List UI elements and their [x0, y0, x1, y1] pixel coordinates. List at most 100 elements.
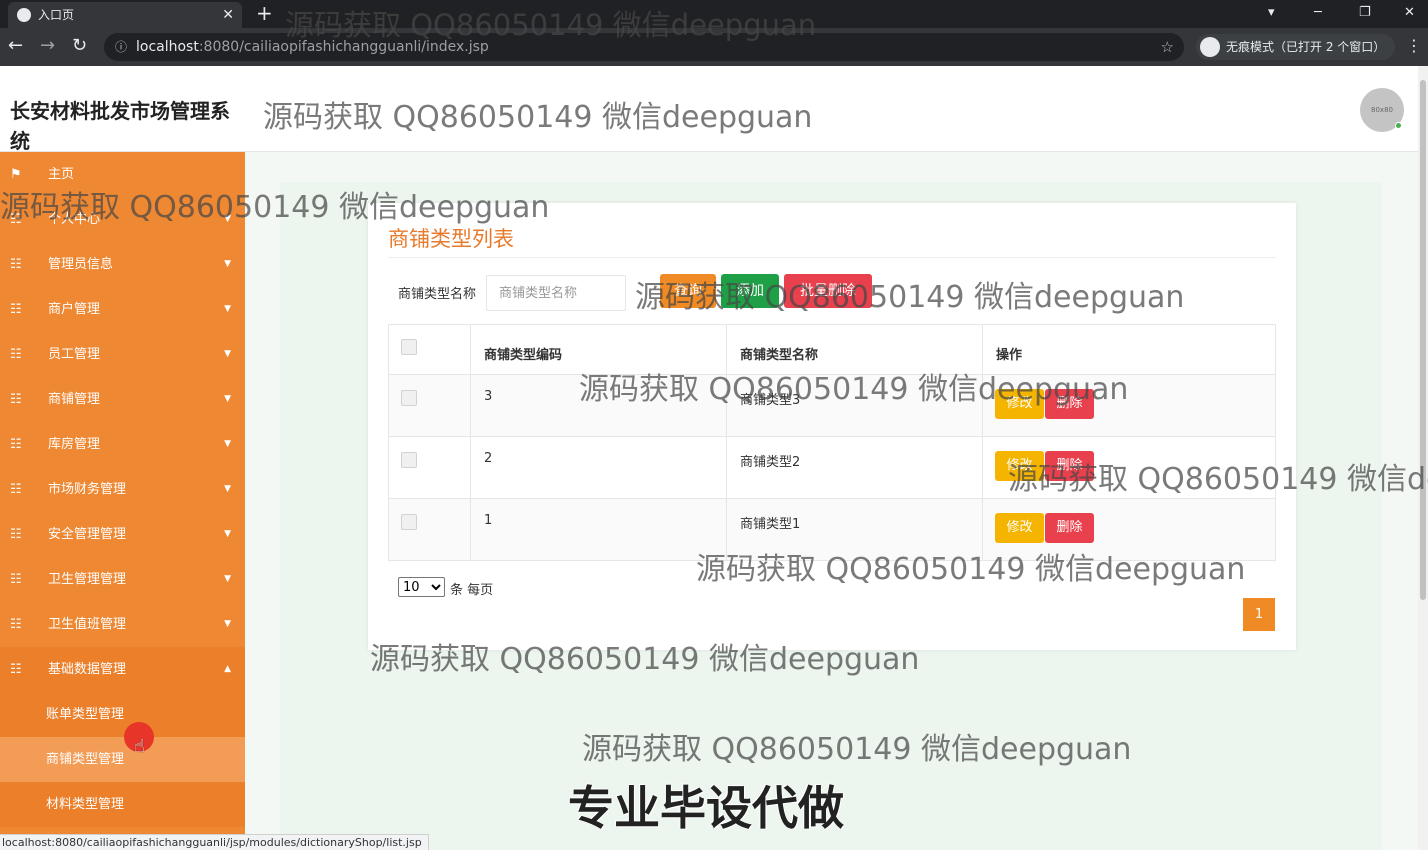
grid-icon: ☷ [10, 302, 22, 317]
url-host: localhost [136, 39, 199, 55]
minimize-icon[interactable]: ─ [1314, 0, 1322, 26]
batch-delete-button[interactable]: 批量删除 [784, 274, 872, 308]
list-card: 商铺类型列表 商铺类型名称 查询 添加 批量删除 商铺类型编码 商铺类型名称 操… [368, 203, 1296, 650]
edit-button[interactable]: 修改 [995, 451, 1044, 481]
actions-cell: 修改 删除 [983, 375, 1275, 436]
sidebar-item-staff[interactable]: ☷ 员工管理 ▼ [0, 332, 245, 377]
pagination-page-button[interactable]: 1 [1243, 598, 1275, 631]
code-cell: 3 [471, 375, 727, 436]
select-cell [389, 437, 471, 498]
grid-icon: ☷ [10, 212, 22, 227]
grid-icon: ☷ [10, 482, 22, 497]
chevron-up-icon: ▲ [224, 664, 231, 674]
new-tab-button[interactable]: + [256, 0, 273, 26]
forward-icon[interactable]: → [40, 36, 55, 56]
sidebar-item-label: 市场财务管理 [48, 482, 127, 497]
sidebar-item-merchant[interactable]: ☷ 商户管理 ▼ [0, 287, 245, 332]
avatar-text: 80x80 [1371, 106, 1393, 114]
edit-button[interactable]: 修改 [995, 389, 1044, 419]
table-header: 商铺类型编码 商铺类型名称 操作 [389, 325, 1275, 375]
sidebar-item-home[interactable]: ⚑ 主页 [0, 152, 245, 197]
search-button[interactable]: 查询 [660, 274, 716, 308]
vertical-scrollbar[interactable] [1418, 66, 1428, 850]
search-input[interactable] [486, 275, 626, 311]
sidebar-item-label: 卫生管理管理 [48, 572, 127, 587]
sidebar-item-label: 商户管理 [48, 302, 101, 317]
code-cell: 1 [471, 499, 727, 560]
sidebar-item-base-data[interactable]: ☷ 基础数据管理 ▲ [0, 647, 245, 692]
browser-tab[interactable]: 入口页 ✕ [8, 2, 242, 28]
row-name: 商铺类型3 [740, 393, 801, 408]
tab-close-icon[interactable]: ✕ [222, 2, 234, 28]
name-cell: 商铺类型3 [727, 375, 983, 436]
grid-icon: ☷ [10, 347, 22, 362]
scrollbar-thumb[interactable] [1420, 80, 1426, 600]
data-table: 商铺类型编码 商铺类型名称 操作 3 商铺类型3 修改 删除 2 商铺类型2 修… [388, 324, 1276, 561]
table-row: 2 商铺类型2 修改 删除 [389, 437, 1275, 499]
code-cell: 2 [471, 437, 727, 498]
sidebar-item-warehouse[interactable]: ☷ 库房管理 ▼ [0, 422, 245, 467]
back-icon[interactable]: ← [8, 36, 23, 56]
table-row: 3 商铺类型3 修改 删除 [389, 375, 1275, 437]
header-cell: 操作 [983, 325, 1275, 374]
browser-toolbar: ← → ↻ ⓘ localhost:8080/cailiaopifashicha… [0, 28, 1428, 66]
bookmark-star-icon[interactable]: ☆ [1161, 33, 1174, 61]
browser-tab-bar: 入口页 ✕ + ▾ ─ ❐ ✕ [0, 0, 1428, 28]
column-header-name: 商铺类型名称 [740, 348, 819, 363]
search-label: 商铺类型名称 [398, 287, 477, 302]
sidebar-item-label: 安全管理管理 [48, 527, 127, 542]
page-title: 商铺类型列表 [388, 227, 514, 251]
name-cell: 商铺类型2 [727, 437, 983, 498]
header-select-cell [389, 325, 471, 374]
row-checkbox[interactable] [401, 514, 417, 530]
row-checkbox[interactable] [401, 452, 417, 468]
grid-icon: ☷ [10, 572, 22, 587]
sidebar-subitem-material-type[interactable]: 材料类型管理 [0, 782, 245, 827]
chevron-down-icon: ▼ [224, 349, 231, 359]
sidebar-subitem-bill-type[interactable]: 账单类型管理 [0, 692, 245, 737]
chevron-down-icon: ▼ [224, 214, 231, 224]
chevron-down-icon: ▼ [224, 574, 231, 584]
sidebar-subitem-shop-type[interactable]: 商铺类型管理 [0, 737, 245, 782]
select-all-checkbox[interactable] [401, 339, 417, 355]
incognito-indicator[interactable]: 无痕模式（已打开 2 个窗口） [1196, 34, 1396, 60]
row-name: 商铺类型2 [740, 455, 801, 470]
address-bar[interactable]: ⓘ localhost:8080/cailiaopifashichangguan… [104, 33, 1184, 61]
site-info-icon[interactable]: ⓘ [115, 33, 127, 61]
close-window-icon[interactable]: ✕ [1404, 0, 1415, 26]
sidebar-item-label: 员工管理 [48, 347, 101, 362]
sidebar-item-safety[interactable]: ☷ 安全管理管理 ▼ [0, 512, 245, 557]
incognito-icon [1200, 37, 1220, 57]
avatar[interactable]: 80x80 [1360, 88, 1404, 132]
delete-button[interactable]: 删除 [1045, 513, 1094, 543]
reload-icon[interactable]: ↻ [72, 36, 87, 56]
row-checkbox[interactable] [401, 390, 417, 406]
header-cell: 商铺类型编码 [471, 325, 727, 374]
grid-icon: ☷ [10, 527, 22, 542]
sidebar-item-admin-info[interactable]: ☷ 管理员信息 ▼ [0, 242, 245, 287]
add-button[interactable]: 添加 [721, 274, 779, 308]
hand-cursor-icon: ☝ [134, 736, 145, 757]
edit-button[interactable]: 修改 [995, 513, 1044, 543]
sidebar-item-finance[interactable]: ☷ 市场财务管理 ▼ [0, 467, 245, 512]
sidebar-item-hygiene-duty[interactable]: ☷ 卫生值班管理 ▼ [0, 602, 245, 647]
tab-search-icon[interactable]: ▾ [1268, 0, 1275, 26]
browser-menu-icon[interactable]: ⋮ [1406, 36, 1422, 55]
globe-icon [17, 8, 31, 22]
sidebar-item-shop[interactable]: ☷ 商铺管理 ▼ [0, 377, 245, 422]
delete-button[interactable]: 删除 [1045, 389, 1094, 419]
sidebar-item-label: 商铺管理 [48, 392, 101, 407]
sidebar-item-label: 个人中心 [48, 212, 101, 227]
page-size-select[interactable]: 10 [398, 577, 445, 597]
restore-icon[interactable]: ❐ [1359, 0, 1371, 26]
chevron-down-icon: ▼ [224, 304, 231, 314]
app-header: 长安材料批发市场管理系统 80x80 [0, 66, 1418, 153]
name-cell: 商铺类型1 [727, 499, 983, 560]
sidebar: ⚑ 主页 ☷ 个人中心 ▼ ☷ 管理员信息 ▼ ☷ 商户管理 ▼ ☷ 员工管理 … [0, 152, 245, 850]
sidebar-item-hygiene[interactable]: ☷ 卫生管理管理 ▼ [0, 557, 245, 602]
sidebar-item-personal-center[interactable]: ☷ 个人中心 ▼ [0, 197, 245, 242]
delete-button[interactable]: 删除 [1045, 451, 1094, 481]
flag-icon: ⚑ [10, 167, 22, 182]
row-name: 商铺类型1 [740, 517, 801, 532]
watermark-banner: 专业毕设代做 [568, 781, 844, 835]
